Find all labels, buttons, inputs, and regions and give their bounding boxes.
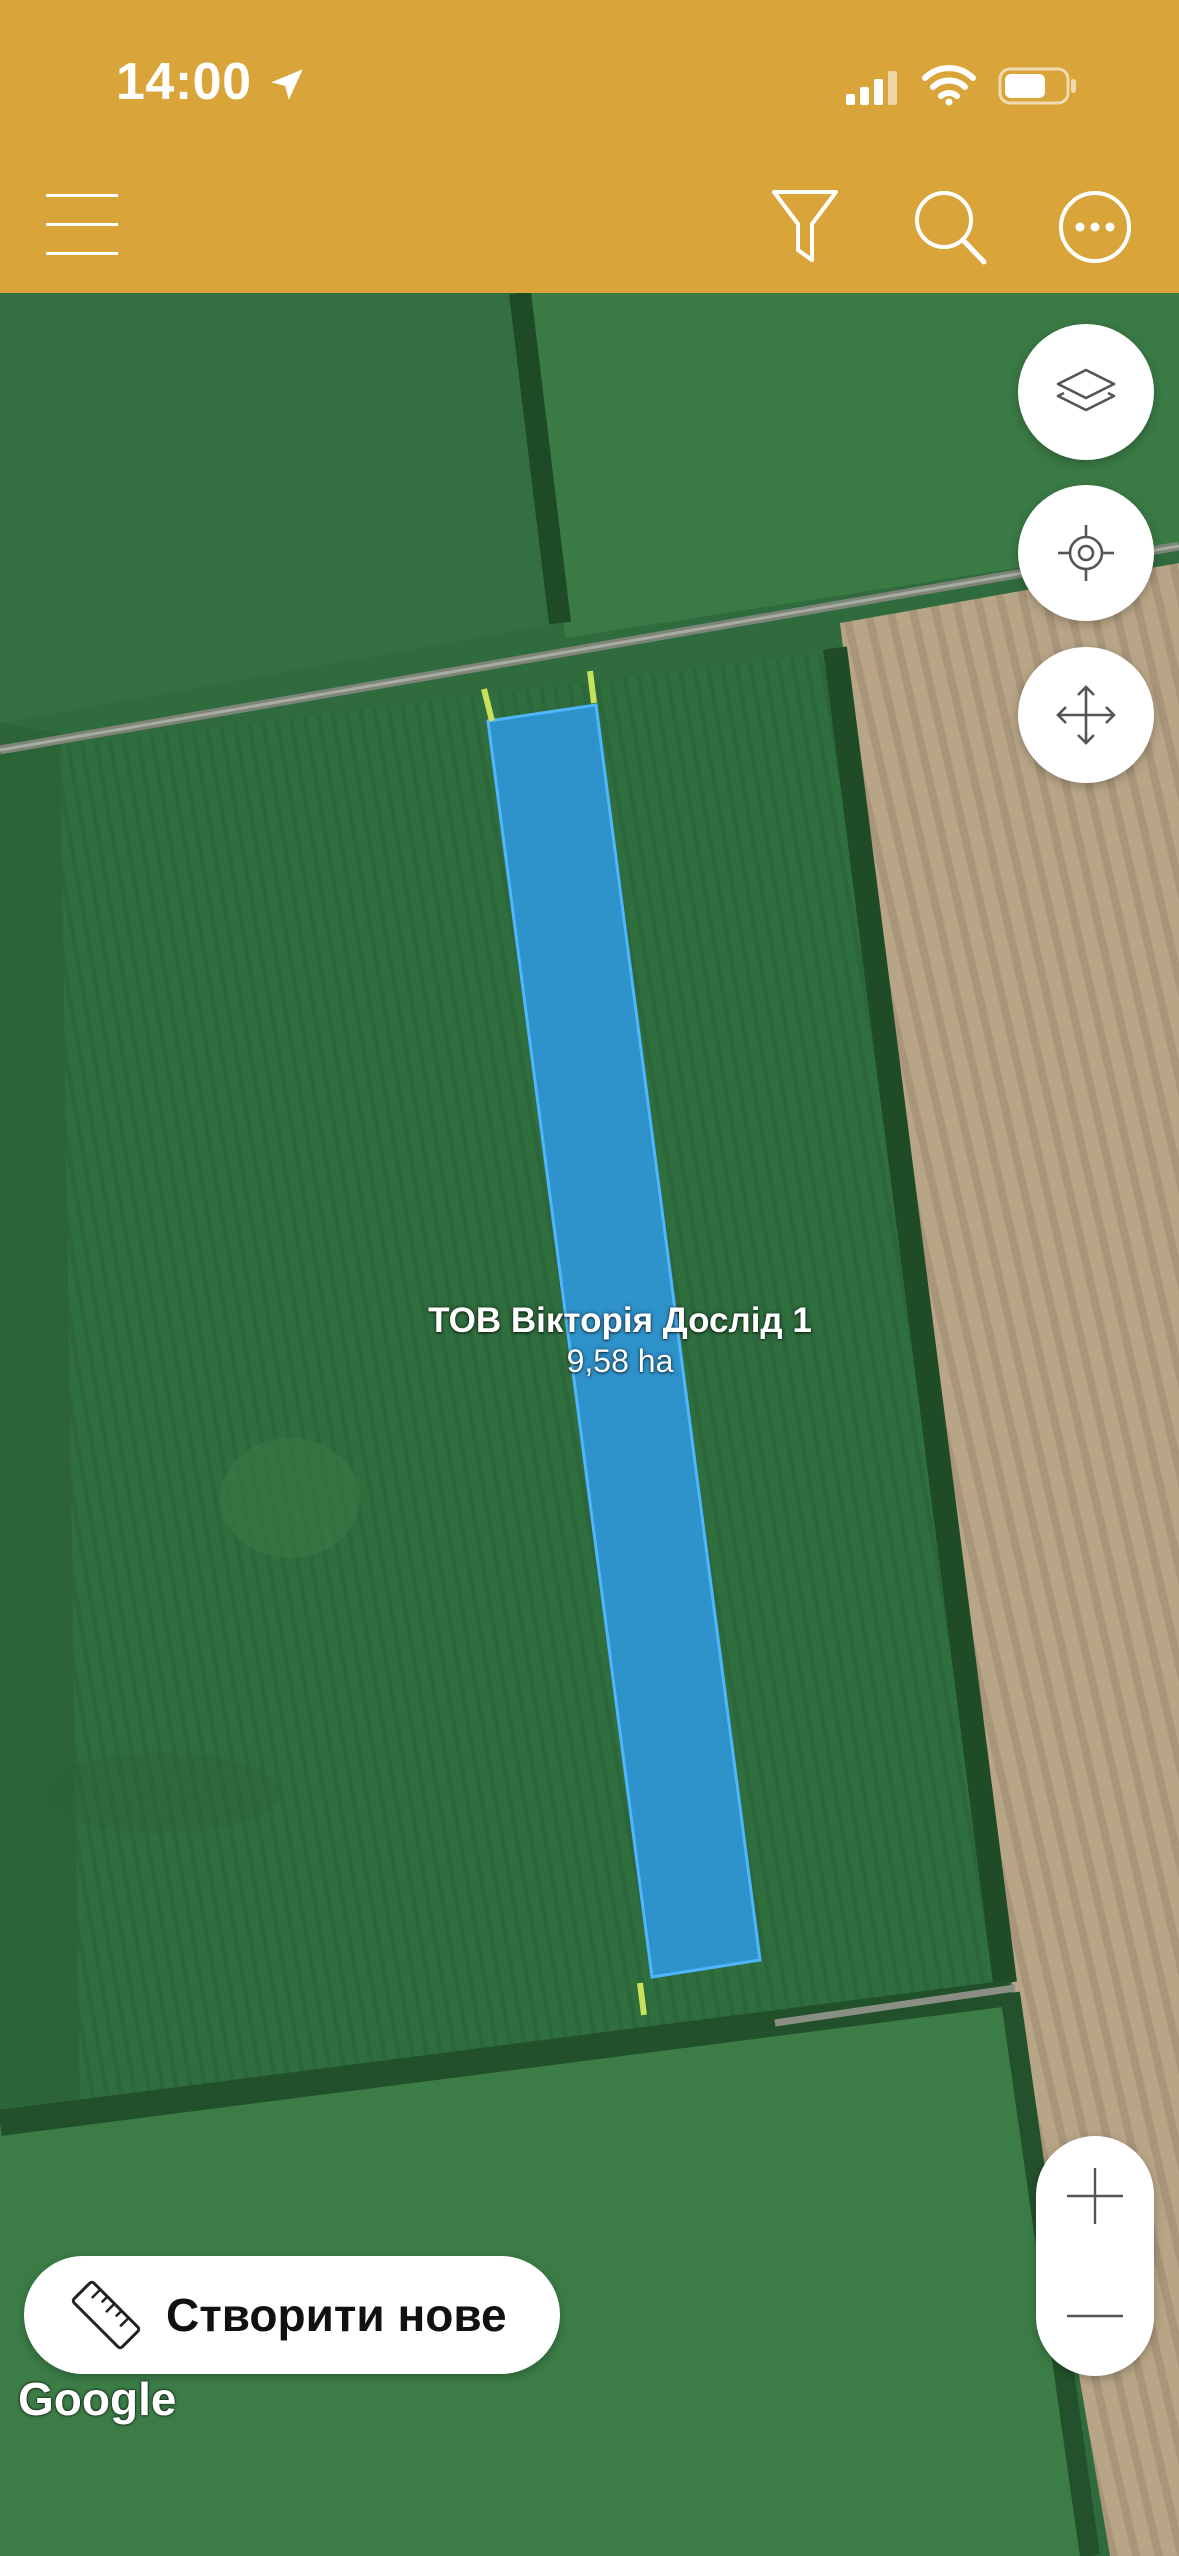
- locate-button[interactable]: [1018, 485, 1154, 621]
- more-options-icon: [1059, 191, 1131, 263]
- more-options-button[interactable]: [1058, 190, 1132, 264]
- zoom-out-icon: [1067, 2314, 1123, 2318]
- move-pan-icon: [1056, 685, 1116, 745]
- search-icon: [915, 191, 987, 265]
- locate-icon: [1058, 525, 1114, 581]
- wifi-icon: [922, 65, 976, 106]
- create-new-label: Створити нове: [166, 2289, 507, 2341]
- satellite-map[interactable]: ТОВ Вікторія Дослід 1 9,58 ha: [0, 293, 1179, 2556]
- hamburger-menu-icon: [46, 194, 118, 255]
- hamburger-menu-button[interactable]: [46, 190, 120, 260]
- zoom-out-button[interactable]: [1036, 2256, 1154, 2376]
- zoom-in-icon: [1067, 2168, 1123, 2224]
- layers-icon: [1056, 368, 1116, 412]
- location-arrow-icon: [271, 69, 303, 100]
- map-terrain: [0, 293, 1179, 2556]
- google-attribution-logo: Google: [18, 2373, 177, 2425]
- cellular-signal-icon: [846, 71, 897, 105]
- field-area: 9,58 ha: [566, 1343, 674, 1379]
- app-header: 14:00: [0, 0, 1179, 293]
- create-new-button[interactable]: Створити нове: [24, 2256, 560, 2374]
- filter-button[interactable]: [770, 186, 840, 266]
- move-pan-button[interactable]: [1018, 647, 1154, 783]
- ruler-icon: [71, 2280, 141, 2350]
- search-button[interactable]: [912, 186, 988, 266]
- status-time: 14:00: [116, 53, 252, 111]
- field-label: ТОВ Вікторія Дослід 1 9,58 ha: [380, 1300, 860, 1380]
- zoom-control: [1036, 2136, 1154, 2376]
- zoom-in-button[interactable]: [1036, 2136, 1154, 2256]
- field-name: ТОВ Вікторія Дослід 1: [428, 1301, 812, 1340]
- filter-icon: [772, 190, 838, 262]
- battery-icon: [998, 67, 1076, 105]
- layers-button[interactable]: [1018, 324, 1154, 460]
